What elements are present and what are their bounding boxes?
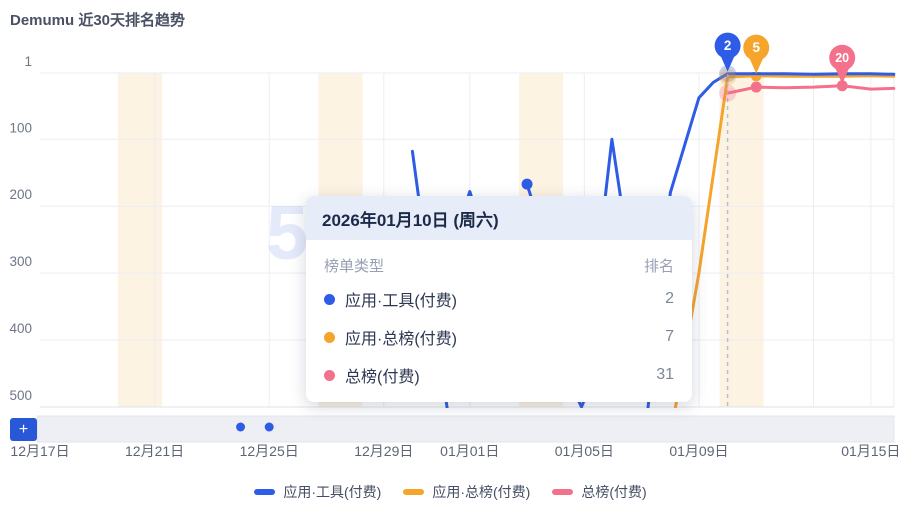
- best-rank-pin-label: 2: [724, 38, 732, 53]
- tooltip-row: 应用·总榜(付费) 7: [324, 318, 674, 356]
- tooltip-row-label: 应用·总榜(付费): [345, 331, 457, 348]
- tooltip-row-value: 7: [665, 328, 674, 345]
- x-axis-label: 12月29日: [354, 443, 413, 459]
- series-color-dot: [324, 369, 335, 381]
- weekend-band: [117, 73, 163, 407]
- x-axis-label: 12月25日: [240, 443, 299, 459]
- zoom-in-button[interactable]: +: [10, 418, 37, 441]
- tooltip-date: 2026年01月10日 (周六): [306, 196, 692, 240]
- y-axis-label: 400: [9, 321, 32, 336]
- legend-label: 总榜(付费): [581, 484, 647, 500]
- rank-line: [673, 74, 896, 408]
- chart-tooltip: 2026年01月10日 (周六) 榜单类型 排名 应用·工具(付费) 2 应用·…: [306, 196, 692, 402]
- background-watermark-digit: 5: [266, 191, 309, 276]
- y-axis-label: 500: [9, 388, 32, 403]
- legend-item-3[interactable]: 总榜(付费): [552, 482, 647, 502]
- datazoom-slider[interactable]: [37, 415, 895, 443]
- x-axis-label: 01月05日: [555, 443, 614, 459]
- tooltip-row-value: 31: [656, 366, 674, 383]
- data-point-dot: [750, 81, 762, 93]
- best-rank-pin-label: 20: [835, 51, 849, 65]
- chart-title: Demumu 近30天排名趋势: [10, 12, 186, 29]
- tooltip-column-headers: 榜单类型 排名: [324, 250, 674, 280]
- best-rank-pin-label: 5: [752, 40, 760, 55]
- chart-legend: 应用·工具(付费) 应用·总榜(付费) 总榜(付费): [0, 482, 901, 502]
- slider-data-dot: [264, 422, 274, 432]
- y-axis-label: 300: [9, 254, 32, 269]
- tooltip-row: 总榜(付费) 31: [324, 356, 674, 394]
- data-point-dot: [521, 178, 533, 190]
- x-axis-label: 01月09日: [669, 443, 728, 459]
- legend-item-1[interactable]: 应用·工具(付费): [254, 482, 381, 502]
- y-axis-label: 200: [9, 187, 32, 202]
- legend-label: 应用·工具(付费): [283, 484, 382, 500]
- legend-marker: [552, 489, 574, 495]
- tooltip-row-value: 2: [665, 290, 674, 307]
- tooltip-col-type: 榜单类型: [324, 257, 385, 275]
- y-axis-label: 1: [24, 54, 32, 69]
- y-axis-label: 100: [9, 120, 32, 135]
- tooltip-row-label: 应用·工具(付费): [345, 293, 457, 310]
- tooltip-row-label: 总榜(付费): [345, 369, 420, 386]
- x-axis-label: 12月17日: [10, 443, 69, 459]
- tooltip-col-rank: 排名: [643, 257, 674, 275]
- series-color-dot: [324, 293, 335, 305]
- x-axis-label: 01月01日: [440, 443, 499, 459]
- legend-label: 应用·总榜(付费): [432, 484, 531, 500]
- legend-marker: [403, 489, 425, 495]
- hover-highlight-ring: [719, 84, 737, 102]
- ranking-trend-panel: Demumu 近30天排名趋势 1 100 200 300 400 500 12月17日 12…: [0, 0, 901, 515]
- x-axis-label: 01月15日: [841, 443, 900, 459]
- tooltip-row: 应用·工具(付费) 2: [324, 280, 674, 318]
- legend-marker: [254, 489, 276, 495]
- series-color-dot: [324, 331, 335, 343]
- rank-line: [602, 137, 624, 206]
- legend-item-2[interactable]: 应用·总榜(付费): [403, 482, 530, 502]
- x-axis-label: 12月21日: [125, 443, 184, 459]
- weekend-band: [719, 73, 764, 407]
- slider-data-dot: [236, 422, 246, 432]
